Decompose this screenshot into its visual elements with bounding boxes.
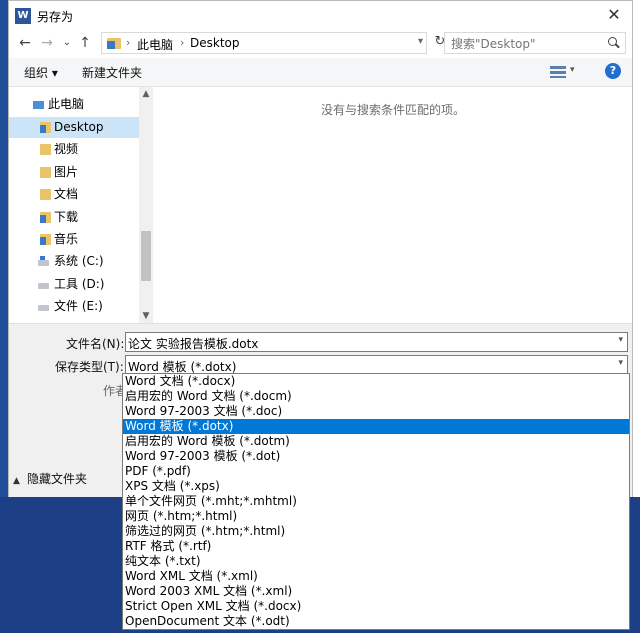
- search-box[interactable]: [444, 32, 626, 54]
- chevron-down-icon[interactable]: ▾: [618, 358, 623, 368]
- filetype-option[interactable]: 纯文本 (*.txt): [123, 554, 629, 569]
- title-bar: W 另存为 ✕: [9, 1, 632, 31]
- downloads-folder-icon: [40, 212, 51, 223]
- filetype-option[interactable]: 单个文件网页 (*.mht;*.mhtml): [123, 494, 629, 509]
- view-dropdown-icon[interactable]: ▾: [570, 65, 575, 75]
- sidebar-item-downloads[interactable]: 下载: [9, 207, 137, 228]
- scroll-down-icon[interactable]: ▼: [139, 311, 153, 321]
- sidebar-item-this-pc[interactable]: 此电脑: [9, 94, 137, 115]
- search-input[interactable]: [449, 35, 603, 53]
- documents-folder-icon: [40, 189, 51, 200]
- filetype-option[interactable]: 网页 (*.htm;*.html): [123, 509, 629, 524]
- empty-message: 没有与搜索条件匹配的项。: [320, 103, 465, 117]
- address-bar[interactable]: › 此电脑 › Desktop ▾: [101, 32, 427, 54]
- search-icon[interactable]: [606, 34, 622, 52]
- sidebar-item-label: Desktop: [54, 120, 104, 134]
- filename-value: 论文 实验报告模板.dotx: [128, 337, 259, 351]
- filetype-option[interactable]: Strict Open XML 文档 (*.docx): [123, 599, 629, 614]
- computer-icon: [33, 101, 44, 109]
- sidebar-item-label: 文档: [54, 187, 79, 201]
- sidebar-item-documents[interactable]: 文档: [9, 184, 137, 205]
- sidebar-item-drive-e[interactable]: 文件 (E:): [9, 296, 137, 317]
- chevron-down-icon[interactable]: ▾: [618, 335, 623, 345]
- hide-folders-label: 隐藏文件夹: [27, 472, 88, 486]
- sidebar-item-label: 系统 (C:): [54, 254, 104, 268]
- organize-button[interactable]: 组织 ▾: [24, 64, 58, 81]
- sidebar-item-drive-d[interactable]: 工具 (D:): [9, 274, 137, 295]
- filetype-option[interactable]: 筛选过的网页 (*.htm;*.html): [123, 524, 629, 539]
- sidebar-item-label: 下载: [54, 210, 79, 224]
- sidebar-item-label: 视频: [54, 142, 79, 156]
- recent-locations-icon[interactable]: ⌄: [57, 33, 77, 53]
- filetype-option[interactable]: XPS 文档 (*.xps): [123, 479, 629, 494]
- filetype-select[interactable]: Word 模板 (*.dotx) ▾: [125, 355, 628, 375]
- sidebar-item-drive-c[interactable]: 系统 (C:): [9, 251, 137, 272]
- drive-icon: [38, 305, 49, 311]
- forward-icon[interactable]: →: [37, 33, 57, 53]
- scroll-up-icon[interactable]: ▲: [139, 89, 153, 99]
- filetype-option[interactable]: Word 模板 (*.dotx): [123, 419, 629, 434]
- sidebar-item-label: 此电脑: [48, 97, 85, 111]
- system-drive-icon: [38, 256, 49, 266]
- pictures-folder-icon: [40, 167, 51, 178]
- breadcrumb-separator: ›: [126, 36, 131, 49]
- close-icon[interactable]: ✕: [602, 4, 626, 26]
- hide-folders-button[interactable]: ▲ 隐藏文件夹: [13, 470, 87, 487]
- navigation-scrollbar[interactable]: ▲ ▼: [139, 87, 153, 323]
- navigation-pane: 此电脑 Desktop 视频 图片 文档 下载 音乐 系统 (C:) 工具 (D…: [9, 87, 153, 323]
- address-dropdown-icon[interactable]: ▾: [418, 36, 423, 47]
- breadcrumb-desktop[interactable]: Desktop: [190, 36, 240, 50]
- window-title: 另存为: [37, 10, 74, 24]
- help-icon[interactable]: ?: [605, 63, 621, 79]
- command-bar: 组织 ▾ 新建文件夹 ▾ ?: [9, 58, 632, 87]
- sidebar-item-label: 工具 (D:): [54, 277, 105, 291]
- navigation-bar: ← → ⌄ ↑ › 此电脑 › Desktop ▾ ↻: [9, 31, 632, 57]
- back-icon[interactable]: ←: [15, 33, 35, 53]
- filetype-option[interactable]: Word 97-2003 模板 (*.dot): [123, 449, 629, 464]
- drive-icon: [38, 283, 49, 289]
- sidebar-item-label: 文件 (E:): [54, 299, 103, 313]
- folder-icon: [107, 38, 121, 49]
- sidebar-item-label: 音乐: [54, 232, 79, 246]
- filename-label: 文件名(N):: [66, 337, 125, 351]
- filename-field[interactable]: 论文 实验报告模板.dotx ▾: [125, 332, 628, 352]
- new-folder-button[interactable]: 新建文件夹: [82, 64, 142, 81]
- videos-folder-icon: [40, 144, 51, 155]
- filetype-dropdown-list: Word 文档 (*.docx) 启用宏的 Word 文档 (*.docm) Wor…: [122, 373, 630, 630]
- filetype-option[interactable]: Word 2003 XML 文档 (*.xml): [123, 584, 629, 599]
- word-app-icon: W: [15, 8, 31, 24]
- filetype-option[interactable]: RTF 格式 (*.rtf): [123, 539, 629, 554]
- sidebar-item-music[interactable]: 音乐: [9, 229, 137, 250]
- sidebar-item-desktop[interactable]: Desktop: [9, 117, 139, 138]
- breadcrumb-separator: ›: [180, 36, 185, 49]
- sidebar-item-videos[interactable]: 视频: [9, 139, 137, 160]
- filetype-option[interactable]: OpenDocument 文本 (*.odt): [123, 614, 629, 629]
- filetype-option[interactable]: Word XML 文档 (*.xml): [123, 569, 629, 584]
- scrollbar-thumb[interactable]: [141, 231, 151, 281]
- chevron-up-icon: ▲: [13, 476, 20, 486]
- sidebar-item-pictures[interactable]: 图片: [9, 162, 137, 183]
- filetype-option[interactable]: 启用宏的 Word 模板 (*.dotm): [123, 434, 629, 449]
- filetype-option[interactable]: PDF (*.pdf): [123, 464, 629, 479]
- filetype-option[interactable]: Word 97-2003 文档 (*.doc): [123, 404, 629, 419]
- file-list: 没有与搜索条件匹配的项。: [154, 87, 632, 323]
- music-folder-icon: [40, 234, 51, 245]
- filetype-label: 保存类型(T):: [55, 360, 124, 374]
- filetype-option[interactable]: Word 文档 (*.docx): [123, 374, 629, 389]
- up-folder-icon[interactable]: ↑: [75, 33, 95, 53]
- view-options-icon[interactable]: [550, 66, 566, 78]
- sidebar-item-label: 图片: [54, 165, 79, 179]
- filetype-option[interactable]: 启用宏的 Word 文档 (*.docm): [123, 389, 629, 404]
- desktop-folder-icon: [40, 122, 51, 133]
- breadcrumb-this-pc[interactable]: 此电脑: [137, 36, 173, 53]
